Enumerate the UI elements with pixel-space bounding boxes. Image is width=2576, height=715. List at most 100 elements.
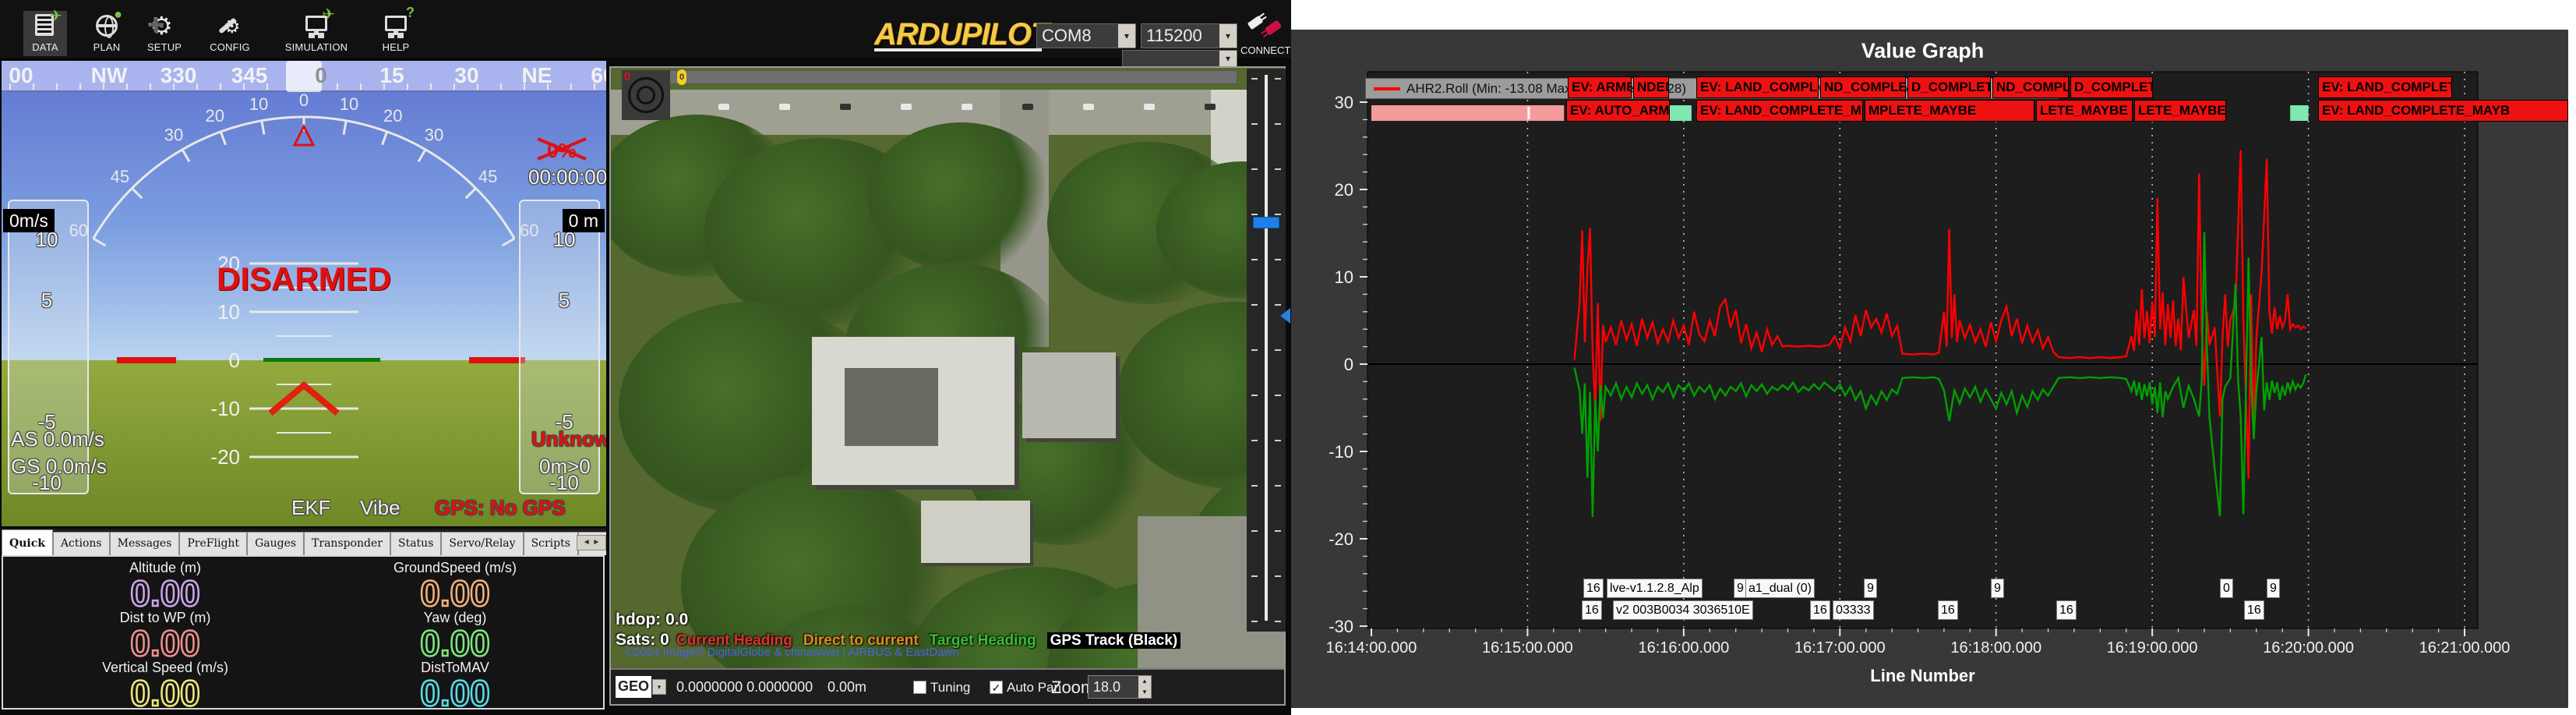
tab-transponder[interactable]: Transponder [304, 532, 390, 555]
tab-messages[interactable]: Messages [110, 532, 180, 555]
event-box: LETE_MAYBE [2134, 100, 2226, 122]
hud-compass-ribbon: 00NW33034501530NE60 [2, 61, 606, 92]
marker-box: a1_dual (0) [1745, 579, 1815, 598]
wp-distance-text: 0m>0 [539, 455, 591, 479]
plan-icon: ● [91, 11, 122, 41]
slider-tick [1275, 304, 1281, 306]
map-progress-marker[interactable]: 0 [677, 69, 686, 85]
altitude-text: 0.00m [827, 679, 866, 696]
compass-label: 0 [315, 63, 327, 88]
marker-box: v2 003B0034 3036510E [1613, 600, 1753, 620]
marker-box: 16 [1582, 600, 1602, 620]
compass-tick [33, 83, 34, 90]
compass-tick [266, 83, 268, 90]
marker-box: 16 [1938, 600, 1958, 620]
svg-text:10: 10 [340, 94, 358, 114]
value-graph-panel: Value Graph 3020100-10-20-30 AHR2.Roll (… [1291, 30, 2568, 708]
event-box: D_COMPLETE [2070, 76, 2153, 98]
x-tick-label: 16:20:00.000 [2263, 639, 2354, 657]
quick-cell-dist-to-wp-m-[interactable]: Dist to WP (m)0.00 [17, 610, 313, 660]
event-box: EV: LAND_COMPLETE_MAYB [2318, 100, 2568, 122]
toolbar-item-label: SIMULATION [268, 41, 365, 53]
spinner-arrows-icon[interactable]: ▲▼ [1138, 676, 1151, 698]
plane-glyph: ✈ [49, 6, 62, 25]
chevron-down-icon[interactable]: ▾ [1219, 24, 1237, 48]
toolbar-item-label: SETUP [139, 41, 190, 53]
compass-tick [430, 83, 432, 90]
quick-cell-value: 0.00 [17, 576, 313, 611]
tab-preflight[interactable]: PreFlight [179, 532, 247, 555]
connect-button[interactable]: CONNECT [1240, 14, 1289, 58]
tab-quick[interactable]: Quick [2, 529, 53, 555]
instrument-circle [637, 86, 655, 104]
tab-actions[interactable]: Actions [53, 532, 110, 555]
compass-tick [196, 83, 198, 90]
svg-text:0: 0 [1344, 355, 1353, 374]
x-tick-label: 16:18:00.000 [1950, 639, 2041, 657]
tab-status[interactable]: Status [390, 532, 441, 555]
hud[interactable]: 01010202030304545606020100-10-20 00NW330… [2, 61, 606, 526]
coord-format-select[interactable]: GEO [616, 676, 651, 698]
chevron-down-icon[interactable]: ▾ [1118, 24, 1135, 48]
armed-status-text: DISARMED [2, 260, 606, 298]
map-zoom-slider[interactable] [1247, 69, 1286, 632]
map-panel[interactable]: 0 0 hdop: 0.0 Sats: 0 Current HeadingDir… [609, 66, 1286, 706]
map-feature [901, 104, 912, 110]
x-tick-label: 16:17:00.000 [1794, 639, 1886, 657]
compass-label: 345 [231, 63, 268, 88]
compass-tick [220, 83, 221, 90]
compass-tick [150, 83, 151, 90]
chart-canvas[interactable]: 3020100-10-20-30 [1291, 30, 2568, 708]
marker-box: lve-v1.1.2.8_Alp [1607, 579, 1703, 598]
ekf-indicator[interactable]: EKF [291, 496, 331, 520]
quick-cell-vertical-speed-m-s-[interactable]: Vertical Speed (m/s)0.00 [17, 660, 313, 710]
tab-scroll-buttons[interactable]: ◄ ► [577, 535, 606, 550]
svg-text:0: 0 [299, 90, 309, 110]
svg-text:20: 20 [206, 106, 224, 126]
tuning-label: Tuning [930, 680, 970, 696]
event-box: EV: ARMED [1568, 76, 1632, 98]
compass-tick [570, 83, 572, 90]
quick-cell-value: 0.00 [17, 676, 313, 710]
quick-cell-altitude-m-[interactable]: Altitude (m)0.00 [17, 560, 313, 611]
toolbar-item-setup[interactable]: ⚙➕SETUP [139, 11, 190, 56]
chevron-down-icon[interactable]: ▾ [652, 679, 666, 695]
toolbar-item-help[interactable]: ?HELP [372, 11, 419, 56]
tab-scripts[interactable]: Scripts [524, 532, 578, 555]
tuning-checkbox[interactable] [913, 681, 926, 694]
quick-cell-yaw-deg-[interactable]: Yaw (deg)0.00 [307, 610, 603, 660]
collapse-arrow-icon[interactable] [1280, 308, 1290, 324]
marker-box: 16 [1810, 600, 1830, 620]
map-progress-bar[interactable]: 0 [669, 70, 1237, 84]
compass-tick [290, 83, 291, 90]
compass-tick [383, 83, 385, 90]
compass-tick [453, 83, 455, 90]
vibe-indicator[interactable]: Vibe [360, 496, 401, 520]
toolbar-item-config[interactable]: ⚙CONFIG [199, 11, 260, 56]
x-tick-label: 16:15:00.000 [1482, 639, 1573, 657]
map-feature [1144, 104, 1155, 110]
slider-tick [1275, 259, 1281, 260]
autopan-checkbox[interactable]: ✓ [990, 681, 1003, 694]
map-feature [845, 368, 938, 446]
plug-icon [1247, 16, 1263, 30]
quick-cell-groundspeed-m-s-[interactable]: GroundSpeed (m/s)0.00 [307, 560, 603, 611]
extra-select[interactable]: ▾ [1122, 50, 1237, 67]
zoom-spinner[interactable]: 18.0 ▲▼ [1088, 675, 1152, 699]
svg-text:-30: -30 [1329, 617, 1353, 636]
marker-box: 9 [1991, 579, 2004, 598]
toolbar-item-simulation[interactable]: ✈SIMULATION [268, 11, 365, 56]
slider-handle[interactable] [1253, 217, 1279, 228]
chevron-down-icon[interactable]: ▾ [1219, 51, 1237, 66]
slider-tick [1275, 440, 1281, 441]
toolbar-item-data[interactable]: ✈DATA [23, 11, 67, 56]
svg-text:20: 20 [383, 106, 402, 126]
slider-tick [1275, 395, 1281, 396]
baud-rate-select[interactable]: 115200▾ [1141, 23, 1237, 48]
quick-cell-disttomav[interactable]: DistToMAV0.00 [307, 660, 603, 710]
question-glyph: ? [406, 5, 415, 21]
tab-servo-relay[interactable]: Servo/Relay [441, 532, 523, 555]
toolbar-item-plan[interactable]: ●PLAN [83, 11, 131, 56]
com-port-select[interactable]: COM8▾ [1036, 23, 1136, 48]
tab-gauges[interactable]: Gauges [247, 532, 304, 555]
